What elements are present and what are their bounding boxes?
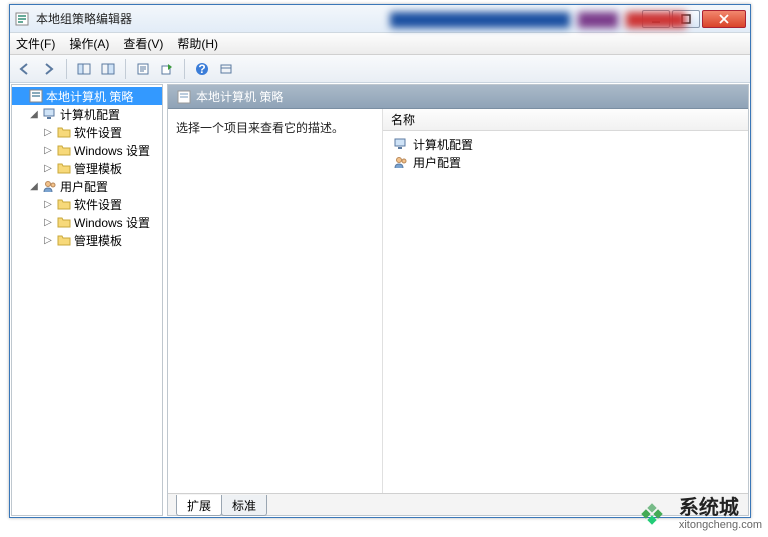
expand-icon[interactable]: ▷ <box>42 199 54 210</box>
minimize-button[interactable] <box>642 10 670 28</box>
tab-extended[interactable]: 扩展 <box>176 495 222 516</box>
tree-leaf-node[interactable]: ▷ 管理模板 <box>40 159 162 177</box>
menu-file[interactable]: 文件(F) <box>16 35 55 52</box>
folder-icon <box>56 214 72 230</box>
expand-icon[interactable]: ▷ <box>42 163 54 174</box>
back-button[interactable] <box>14 58 36 80</box>
collapse-icon[interactable]: ◢ <box>28 109 40 120</box>
tree-node-label: 管理模板 <box>74 160 122 177</box>
menu-view[interactable]: 查看(V) <box>123 35 163 52</box>
tree-node-label: Windows 设置 <box>74 142 150 159</box>
close-button[interactable] <box>702 10 746 28</box>
tree-node-label: Windows 设置 <box>74 214 150 231</box>
tree-root-node[interactable]: ▸ 本地计算机 策略 <box>12 87 162 105</box>
tree-group-node[interactable]: ◢ 计算机配置 <box>26 105 162 123</box>
folder-icon <box>56 142 72 158</box>
export-button[interactable] <box>156 58 178 80</box>
tree-leaf-node[interactable]: ▷ 管理模板 <box>40 231 162 249</box>
tree-leaf-node[interactable]: ▷ 软件设置 <box>40 123 162 141</box>
tree-leaf-node[interactable]: ▷ Windows 设置 <box>40 213 162 231</box>
show-hide-tree-button[interactable] <box>97 58 119 80</box>
tree-node-label: 软件设置 <box>74 124 122 141</box>
filter-button[interactable] <box>215 58 237 80</box>
description-column: 选择一个项目来查看它的描述。 <box>168 109 383 515</box>
window-controls <box>642 10 746 28</box>
app-icon <box>14 11 30 27</box>
watermark: 系统城 xitongcheng.com <box>633 495 762 533</box>
expand-icon[interactable]: ▷ <box>42 235 54 246</box>
description-prompt: 选择一个项目来查看它的描述。 <box>176 121 344 135</box>
expand-icon[interactable]: ▷ <box>42 217 54 228</box>
computer-icon <box>42 106 58 122</box>
separator <box>66 59 67 79</box>
policy-icon <box>176 89 192 105</box>
tree-node-label: 管理模板 <box>74 232 122 249</box>
tree-leaf-node[interactable]: ▷ 软件设置 <box>40 195 162 213</box>
watermark-logo-icon <box>633 495 671 533</box>
details-header: 本地计算机 策略 <box>168 85 748 109</box>
titlebar: 本地组策略编辑器 <box>10 5 750 33</box>
tree-node-label: 软件设置 <box>74 196 122 213</box>
properties-button[interactable] <box>132 58 154 80</box>
list-column: 名称 计算机配置用户配置 <box>383 109 748 515</box>
menu-action[interactable]: 操作(A) <box>69 35 109 52</box>
details-pane: 本地计算机 策略 选择一个项目来查看它的描述。 名称 计算机配置用户配置 扩展 … <box>167 84 749 516</box>
watermark-brand: 系统城 <box>679 497 762 519</box>
users-icon <box>42 178 58 194</box>
policy-icon <box>28 88 44 104</box>
tree-leaf-node[interactable]: ▷ Windows 设置 <box>40 141 162 159</box>
tree-pane[interactable]: ▸ 本地计算机 策略 ◢ 计算机配置 ▷ 软件设置 ▷ Windows 设置 ▷ 管理模板 ◢ 用… <box>11 84 163 516</box>
column-header-name[interactable]: 名称 <box>383 109 748 131</box>
list-item-label: 用户配置 <box>413 154 461 171</box>
menu-help[interactable]: 帮助(H) <box>177 35 218 52</box>
expand-icon[interactable]: ▷ <box>42 127 54 138</box>
help-button[interactable]: ? <box>191 58 213 80</box>
gpedit-window: 本地组策略编辑器 文件(F) 操作(A) 查看(V) 帮助(H) ? <box>9 4 751 518</box>
maximize-button[interactable] <box>672 10 700 28</box>
up-button[interactable] <box>73 58 95 80</box>
tree-node-label: 计算机配置 <box>60 106 120 123</box>
list-item-label: 计算机配置 <box>413 136 473 153</box>
tree-root-label: 本地计算机 策略 <box>46 88 133 105</box>
separator <box>125 59 126 79</box>
menubar: 文件(F) 操作(A) 查看(V) 帮助(H) <box>10 33 750 55</box>
expand-icon[interactable]: ▷ <box>42 145 54 156</box>
list-item[interactable]: 计算机配置 <box>383 135 748 153</box>
tree-node-label: 用户配置 <box>60 178 108 195</box>
forward-button[interactable] <box>38 58 60 80</box>
svg-text:?: ? <box>198 62 205 76</box>
folder-icon <box>56 232 72 248</box>
users-icon <box>393 154 409 170</box>
computer-icon <box>393 136 409 152</box>
window-title: 本地组策略编辑器 <box>36 10 642 27</box>
folder-icon <box>56 124 72 140</box>
tree-group-node[interactable]: ◢ 用户配置 <box>26 177 162 195</box>
list-item[interactable]: 用户配置 <box>383 153 748 171</box>
separator <box>184 59 185 79</box>
body: ▸ 本地计算机 策略 ◢ 计算机配置 ▷ 软件设置 ▷ Windows 设置 ▷ 管理模板 ◢ 用… <box>11 84 749 516</box>
watermark-url: xitongcheng.com <box>679 519 762 531</box>
folder-icon <box>56 196 72 212</box>
folder-icon <box>56 160 72 176</box>
collapse-icon[interactable]: ◢ <box>28 181 40 192</box>
toolbar: ? <box>10 55 750 83</box>
tab-standard[interactable]: 标准 <box>221 495 267 516</box>
details-header-text: 本地计算机 策略 <box>196 88 283 105</box>
